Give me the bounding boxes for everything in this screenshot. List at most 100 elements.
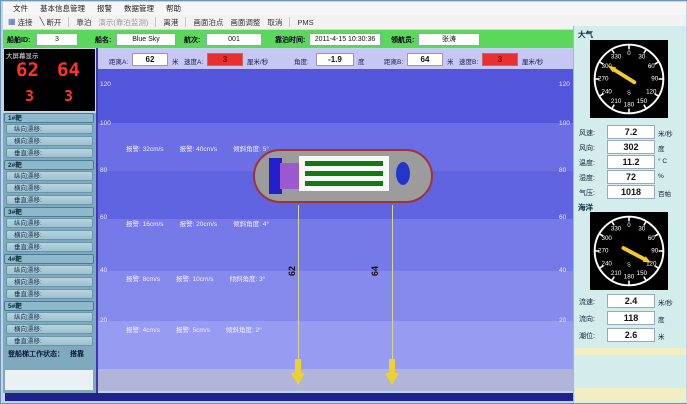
current-dir-label: 流向: — [579, 314, 595, 324]
drift-item: 横向漂移: — [6, 277, 93, 287]
chart-band — [98, 69, 573, 123]
tide-level-value: 2.6 — [607, 328, 655, 342]
quay-band — [98, 369, 573, 391]
distance-b-value: 64 — [407, 53, 443, 66]
meter-unit: 米 — [447, 56, 454, 66]
target-group-4-header: 4#靶 — [4, 254, 94, 264]
menu-help[interactable]: 帮助 — [166, 3, 181, 14]
scale-left-tick: 60 — [100, 214, 107, 221]
led-speed-b: 3 — [64, 87, 73, 105]
voyage-field[interactable]: 001 — [206, 33, 262, 46]
gauge-tick-label: 240 — [601, 89, 612, 96]
pressure-unit: 百帕 — [658, 188, 671, 198]
scale-right-tick: 120 — [559, 81, 570, 88]
alarm-b: 报警: 20cm/s — [180, 218, 218, 228]
atmosphere-title: 大气 — [578, 29, 593, 40]
berth-label: 靠泊 — [76, 17, 91, 28]
wind-dir-value: 302 — [607, 140, 655, 154]
disconnect-icon: ╲ — [40, 18, 45, 26]
gauge-tick-label: 210 — [611, 98, 622, 105]
scale-right-tick: 20 — [559, 317, 566, 324]
pressure-value: 1018 — [607, 185, 655, 199]
menu-basic-info[interactable]: 基本信息管理 — [40, 3, 85, 14]
scale-left-tick: 40 — [100, 267, 107, 274]
disconnect-button[interactable]: ╲ 断开 — [40, 17, 62, 28]
tide-level-label: 潮位: — [579, 331, 595, 341]
distance-a-chart-label: 62 — [287, 266, 297, 276]
gauge-tick-label: 330 — [611, 225, 622, 232]
screen-adjust-button[interactable]: 画面调整 — [230, 17, 260, 28]
gauge-tick-label: 60 — [648, 63, 655, 70]
drift-sidebar: 1#靶 纵向漂移: 横向漂移: 垂直漂移: 2#靶 纵向漂移: 横向漂移: 垂直… — [3, 113, 96, 393]
drift-item: 垂直漂移: — [6, 242, 93, 252]
laser-line-b — [392, 205, 393, 361]
gauge-tick-label: 270 — [598, 248, 609, 255]
scale-left-tick: 20 — [100, 317, 107, 324]
drift-item: 纵向漂移: — [6, 312, 93, 322]
drift-item: 横向漂移: — [6, 136, 93, 146]
panel-bottom-strip — [575, 388, 686, 402]
target-group-5-header: 5#靶 — [4, 301, 94, 311]
cms-unit: 厘米/秒 — [522, 56, 543, 66]
alarm-a: 报警: 32cm/s — [126, 143, 164, 153]
menu-file[interactable]: 文件 — [13, 3, 28, 14]
wind-speed-value: 7.2 — [607, 125, 655, 139]
connect-icon: ▦ — [8, 18, 16, 26]
drift-item: 垂直漂移: — [6, 289, 93, 299]
humidity-value: 72 — [607, 170, 655, 184]
meter-unit: 米 — [172, 56, 179, 66]
gauge-tick-label: 60 — [648, 235, 655, 242]
wind-speed-label: 风速: — [579, 128, 595, 138]
ship-id-field[interactable]: 3 — [36, 33, 78, 46]
ship-deck — [299, 156, 389, 191]
gauge-tick-label: 120 — [646, 89, 657, 96]
alarm-a: 报警: 8cm/s — [126, 273, 160, 283]
screen-berth-point-button[interactable]: 画面泊点 — [193, 17, 223, 28]
tilt-angle: 倾斜角度: 4° — [233, 218, 269, 228]
drift-item: 纵向漂移: — [6, 218, 93, 228]
speed-b-label: 速度B: — [459, 56, 478, 66]
gauge-tick-label: 180 — [624, 101, 635, 108]
tide-level-unit: 米 — [658, 331, 665, 341]
wind-dir-label: 风向: — [579, 143, 595, 153]
big-screen-display-panel: 大屏幕显示 62 64 3 3 — [3, 48, 96, 112]
sidebar-empty-box — [4, 369, 94, 391]
ship-name-field[interactable]: Blue Sky — [116, 33, 176, 46]
ship-id-label: 船舶ID: — [7, 35, 30, 45]
alarm-b: 报警: 10cm/s — [176, 273, 214, 283]
gauge-tick-label: 300 — [601, 235, 612, 242]
connect-button[interactable]: ▦ 连接 — [8, 17, 33, 28]
pms-button[interactable]: PMS — [297, 18, 313, 27]
arrow-b-head — [385, 373, 399, 385]
pms-label: PMS — [297, 18, 313, 27]
cancel-button[interactable]: 取消 — [267, 17, 282, 28]
gauge-tick-label: 210 — [611, 270, 622, 277]
wind-direction-gauge: 0 30 60 90 120 150 180 210 240 270 300 3… — [590, 40, 668, 118]
alarm-a: 报警: 16cm/s — [126, 218, 164, 228]
gauge-south-label: S — [627, 262, 631, 268]
menu-bar: 文件 基本信息管理 报警 数据管理 帮助 — [3, 2, 686, 15]
current-speed-value: 2.4 — [607, 294, 655, 308]
arrow-a-shaft — [295, 359, 301, 373]
demo-monitor-button[interactable]: 演示(靠泊监测) — [98, 17, 148, 28]
temperature-value: 11.2 — [607, 155, 655, 169]
pressure-label: 气压: — [579, 188, 595, 198]
berth-time-field[interactable]: 2011-4-15 10:30:36 — [309, 33, 381, 46]
menu-alarm[interactable]: 报警 — [97, 3, 112, 14]
wind-dir-unit: 度 — [658, 143, 665, 153]
menu-data[interactable]: 数据管理 — [124, 3, 154, 14]
alarm-thresholds-row: 报警: 4cm/s 报警: 5cm/s 倾斜角度: 2° — [126, 324, 262, 334]
drift-item: 横向漂移: — [6, 183, 93, 193]
arrow-a-head — [291, 373, 305, 385]
cms-unit: 厘米/秒 — [247, 56, 268, 66]
depart-button[interactable]: 离港 — [163, 17, 178, 28]
temperature-unit: ° C — [658, 158, 667, 165]
gauge-tick-label: 30 — [638, 53, 645, 60]
berth-button[interactable]: 靠泊 — [76, 17, 91, 28]
gangway-status-value: 搭靠 — [70, 349, 84, 359]
app-window: 文件 基本信息管理 报警 数据管理 帮助 ▦ 连接 ╲ 断开 靠泊 演示(靠泊监… — [0, 0, 687, 404]
measurement-strip: 距离A: 62 米 速度A: 3 厘米/秒 角度: -1.9 度 距离B: 64… — [98, 49, 573, 69]
pilot-field[interactable]: 张涛 — [418, 33, 480, 46]
alarm-b: 报警: 5cm/s — [176, 324, 210, 334]
tilt-angle: 倾斜角度: 5° — [233, 143, 269, 153]
